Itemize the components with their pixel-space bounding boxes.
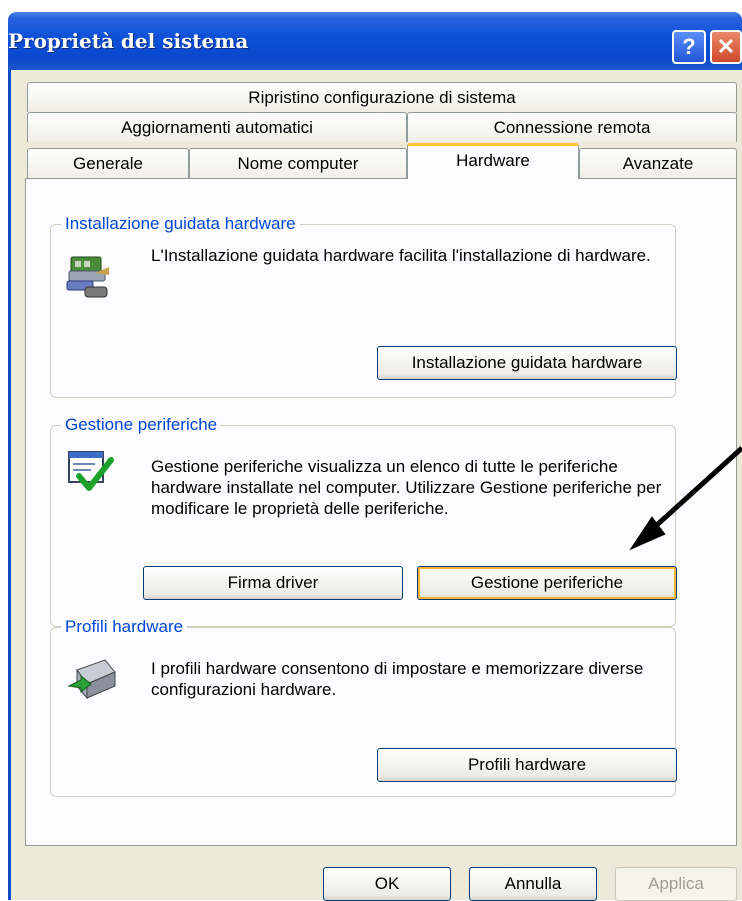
tab-aggiornamenti[interactable]: Aggiornamenti automatici — [27, 112, 407, 142]
device-manager-icon — [68, 451, 114, 491]
hardware-profiles-button[interactable]: Profili hardware — [377, 748, 677, 782]
close-button[interactable]: ✕ — [710, 30, 742, 64]
driver-signing-button[interactable]: Firma driver — [143, 566, 403, 600]
group-hardware-profiles: Profili hardware I profili hardware cons… — [50, 617, 677, 797]
wizard-description: L'Installazione guidata hardware facilit… — [151, 246, 651, 265]
dialog-body: Ripristino configurazione di sistema Agg… — [8, 70, 742, 901]
system-properties-window: Proprietà del sistema ? ✕ Ripristino con… — [8, 0, 742, 901]
group-legend-devmgr: Gestione periferiche — [61, 415, 222, 435]
cancel-button[interactable]: Annulla — [469, 867, 597, 901]
device-manager-button[interactable]: Gestione periferiche — [417, 566, 677, 600]
profiles-description: I profili hardware consentono di imposta… — [151, 659, 644, 699]
title-bar[interactable]: Proprietà del sistema ? ✕ — [8, 12, 742, 70]
tab-connessione-remota[interactable]: Connessione remota — [407, 112, 737, 142]
tab-hardware[interactable]: Hardware — [407, 143, 579, 179]
ok-button[interactable]: OK — [323, 867, 451, 901]
group-legend-profiles: Profili hardware — [61, 617, 188, 637]
help-button[interactable]: ? — [672, 30, 706, 64]
devmgr-description: Gestione periferiche visualizza un elenc… — [151, 457, 662, 518]
hardware-profiles-icon — [67, 659, 116, 700]
apply-button[interactable]: Applica — [615, 867, 737, 901]
hardware-wizard-icon — [66, 256, 109, 298]
tab-nome-computer[interactable]: Nome computer — [189, 148, 407, 178]
tab-avanzate[interactable]: Avanzate — [579, 148, 737, 178]
group-hardware-wizard: Installazione guidata hardware L'Install… — [50, 214, 677, 398]
hardware-tab-panel: Installazione guidata hardware L'Install… — [25, 178, 737, 846]
group-device-manager: Gestione periferiche Gestione periferich… — [50, 415, 677, 627]
group-legend-wizard: Installazione guidata hardware — [61, 214, 300, 234]
tab-generale[interactable]: Generale — [27, 148, 189, 178]
tab-ripristino[interactable]: Ripristino configurazione di sistema — [27, 82, 737, 112]
window-title: Proprietà del sistema — [8, 29, 249, 53]
hardware-wizard-button[interactable]: Installazione guidata hardware — [377, 346, 677, 380]
